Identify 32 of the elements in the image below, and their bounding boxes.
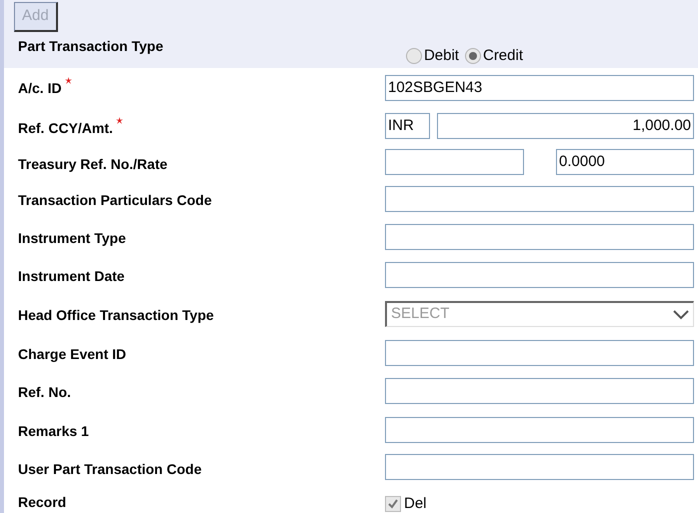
field-label: Instrument Date	[18, 266, 125, 286]
input-field[interactable]	[385, 186, 694, 212]
field-label: Ref. No.	[18, 382, 71, 402]
input-field[interactable]: 102SBGEN43	[385, 74, 694, 100]
field-label: Ref. CCY/Amt.	[18, 118, 113, 138]
input-field[interactable]	[385, 340, 694, 366]
field-label: Instrument Type	[18, 228, 126, 248]
input-field[interactable]	[385, 378, 694, 404]
radio-button[interactable]	[464, 48, 481, 64]
field-label: Record	[18, 492, 66, 512]
field-label: A/c. ID	[18, 78, 62, 98]
field-label: Remarks 1	[18, 422, 89, 440]
field-label: User Part Transaction Code	[18, 460, 202, 478]
input-field[interactable]: 0.0000	[556, 148, 694, 174]
input-field[interactable]: 1,000.00	[437, 112, 694, 138]
input-field[interactable]: INR	[385, 112, 430, 138]
field-label: Treasury Ref. No./Rate	[18, 154, 168, 174]
field-label: Head Office Transaction Type	[18, 306, 214, 325]
checkbox-label: Del	[404, 494, 427, 513]
radio-label: Debit	[424, 46, 459, 66]
field-label: Transaction Particulars Code	[18, 190, 212, 210]
checkbox[interactable]	[385, 496, 401, 512]
input-field[interactable]	[385, 224, 694, 250]
input-field[interactable]	[385, 416, 694, 442]
field-label: Charge Event ID	[18, 344, 126, 364]
input-field[interactable]	[385, 262, 694, 288]
chevron-down-icon	[673, 310, 689, 320]
input-field[interactable]	[385, 148, 524, 174]
input-field[interactable]	[385, 454, 694, 480]
field-label: Part Transaction Type	[17, 37, 164, 56]
radio-label: Credit	[482, 46, 523, 66]
radio-button[interactable]	[406, 48, 422, 64]
